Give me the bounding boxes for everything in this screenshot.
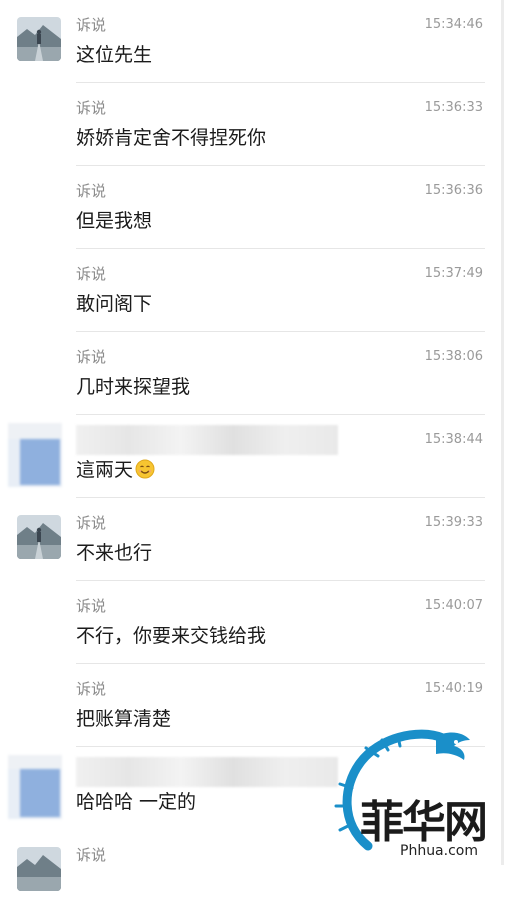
list-item[interactable]: 诉说 15:38:06 几时来探望我 (0, 332, 505, 415)
sender-name: 诉说 (76, 265, 107, 283)
message-text: 哈哈哈 一定的 (76, 791, 197, 813)
message-time: 15:38:44 (424, 432, 483, 447)
message-text: 但是我想 (76, 210, 153, 232)
sender-name: 诉说 (76, 348, 107, 366)
avatar[interactable] (8, 755, 62, 819)
list-item[interactable]: 诉说 15:40:07 不行，你要来交钱给我 (0, 581, 505, 664)
sender-name: 诉说 (76, 514, 107, 532)
sender-name: 诉说 (76, 597, 107, 615)
message-text: 不来也行 (76, 542, 153, 564)
list-item[interactable]: 诉说 15:36:36 但是我想 (0, 166, 505, 249)
message-text: 把账算清楚 (76, 708, 172, 730)
message-text: 娇娇肯定舍不得捏死你 (76, 127, 267, 149)
message-time: 15:38:06 (424, 349, 483, 364)
message-text: 敢问阁下 (76, 293, 153, 315)
sender-name: 诉说 (76, 182, 107, 200)
list-item[interactable]: 诉说 15:36:33 娇娇肯定舍不得捏死你 (0, 83, 505, 166)
message-text: 這兩天 (76, 457, 155, 483)
sender-name: 诉说 (76, 99, 107, 117)
list-item[interactable]: 诉说 15:37:49 敢问阁下 (0, 249, 505, 332)
blurred-sender-name (76, 425, 338, 455)
sender-name: 诉说 (76, 680, 107, 698)
message-text: 这位先生 (76, 44, 153, 66)
list-item[interactable]: 诉说 15:39:33 不来也行 (0, 498, 505, 581)
message-time: 15:39:33 (424, 515, 483, 530)
avatar[interactable] (17, 17, 61, 61)
avatar[interactable] (17, 515, 61, 559)
avatar[interactable] (8, 423, 62, 487)
message-text: 几时来探望我 (76, 376, 191, 398)
sender-name: 诉说 (76, 16, 107, 34)
watermark-domain: Phhua.com (400, 843, 478, 859)
sender-name: 诉说 (76, 846, 107, 864)
message-text: 不行，你要来交钱给我 (76, 625, 267, 647)
message-time: 15:34:46 (424, 17, 483, 32)
message-text-content: 這兩天 (76, 459, 134, 481)
message-time: 15:40:19 (424, 681, 483, 696)
message-time: 15:37:49 (424, 266, 483, 281)
message-time: 15:40:07 (424, 598, 483, 613)
message-time: 15:36:33 (424, 100, 483, 115)
blurred-sender-name (76, 757, 338, 787)
watermark-brand: 菲华网 (360, 797, 488, 848)
avatar[interactable] (17, 847, 61, 891)
list-item[interactable]: 15:38:44 這兩天 (0, 415, 505, 498)
list-item[interactable]: 诉说 15:34:46 这位先生 (0, 0, 505, 83)
message-time: 15:36:36 (424, 183, 483, 198)
smiley-emoji-icon (135, 459, 155, 479)
